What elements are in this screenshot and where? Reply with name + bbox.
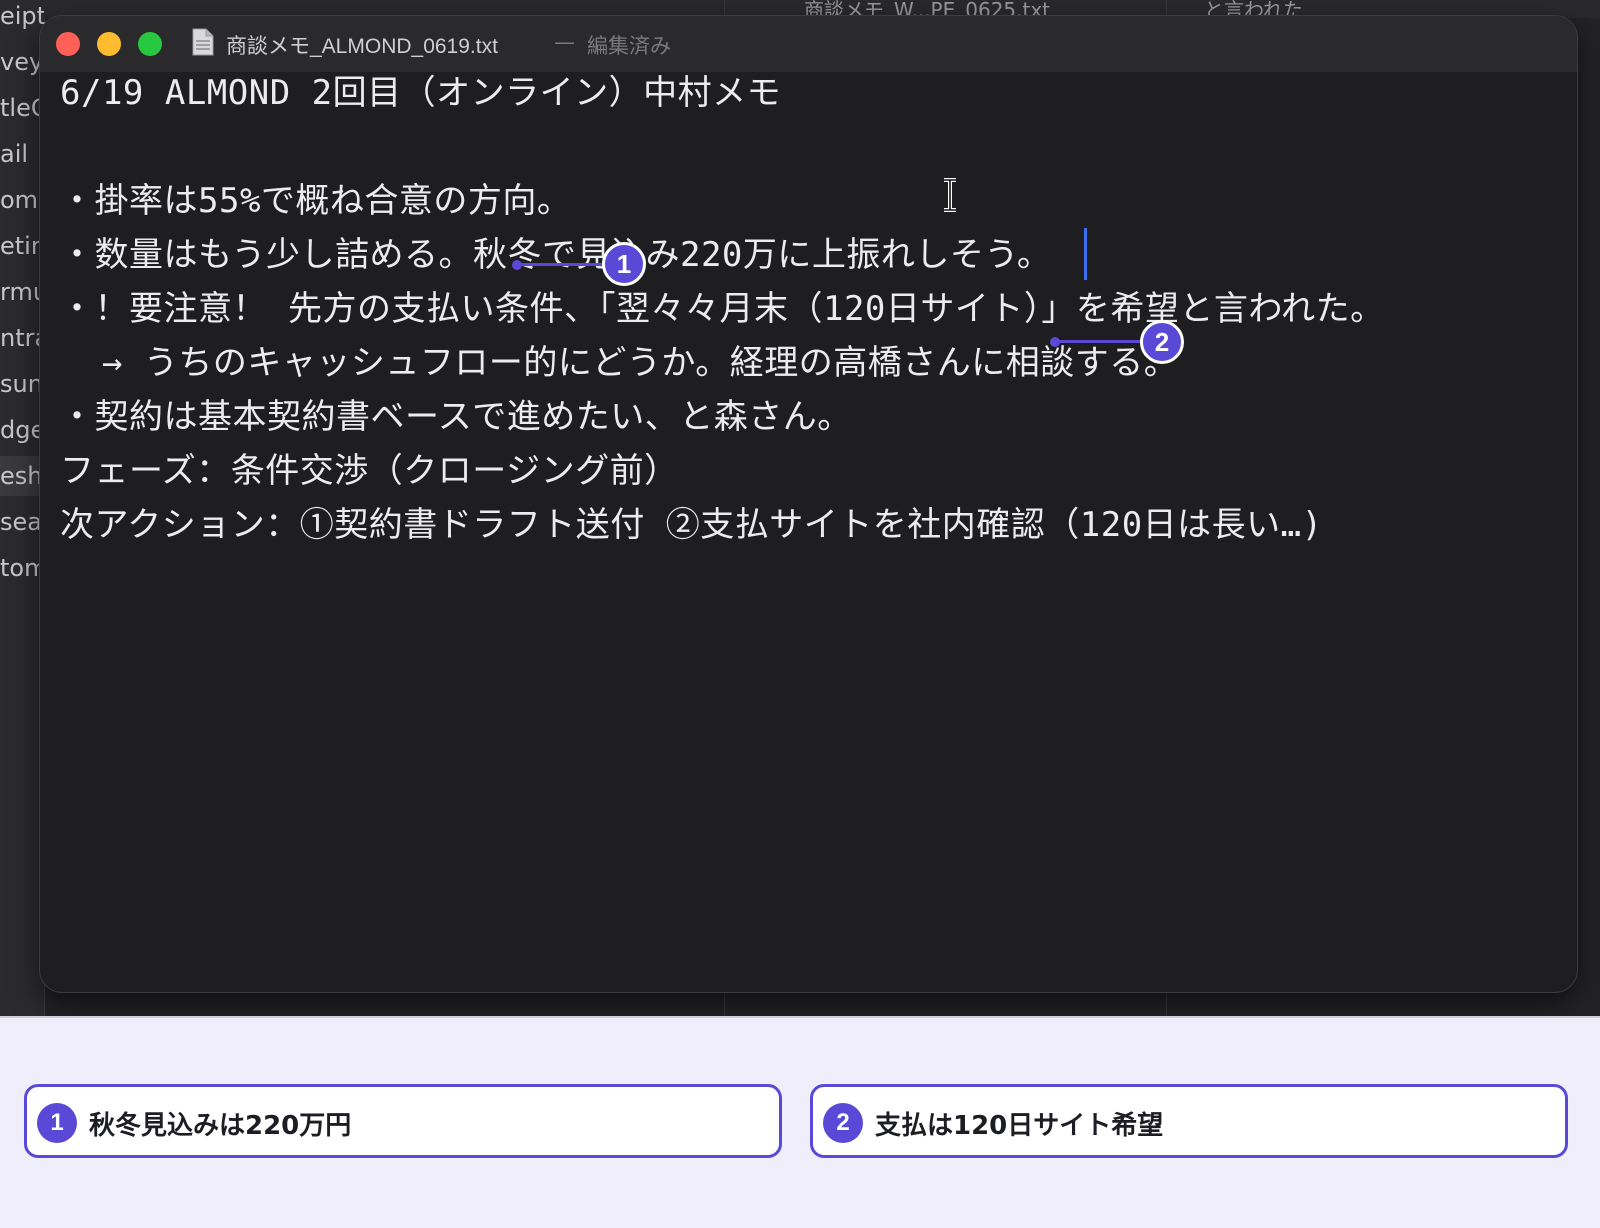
text-line: ・契約は基本契約書ベースで進めたい、と森さん。 [60,397,852,437]
screenshot: eipts vey tleC ail oma etin rmu ntra sun… [0,0,1600,1018]
text-line: ・掛率は55%で概ね合意の方向。 [60,181,572,221]
text-line: フェーズ：条件交渉（クロージング前） [60,451,679,491]
zoom-button[interactable] [138,32,162,56]
document-icon [192,28,214,56]
window-titlebar[interactable]: 商談メモ_ALMOND_0619.txt — 編集済み [40,16,1577,72]
annotation-card: 1 秋冬見込みは220万円 [24,1084,782,1158]
window-title: 商談メモ_ALMOND_0619.txt [226,35,498,58]
annotation-number-badge: 2 [823,1103,863,1143]
text-editing-area[interactable]: 6/19 ALMOND 2回目（オンライン）中村メモ ・掛率は55%で概ね合意の… [40,72,1577,992]
annotation-card: 2 支払は120日サイト希望 [810,1084,1568,1158]
text-line: → うちのキャッシュフロー的にどうか。経理の高橋さんに相談する。 [60,343,1179,383]
callout-leader-line [1055,340,1145,343]
text-line: 次アクション：①契約書ドラフト送付 ②支払サイトを社内確認（120日は長い…) [60,505,1323,545]
callout-marker: 2 [1140,320,1184,364]
edited-status: 編集済み [587,34,671,58]
callout-marker: 1 [602,242,646,286]
minimize-button[interactable] [97,32,121,56]
annotation-number-badge: 1 [37,1103,77,1143]
text-line: 6/19 ALMOND 2回目（オンライン）中村メモ [60,73,782,113]
annotation-text: 支払は120日サイト希望 [875,1111,1164,1141]
text-editor-window[interactable]: 商談メモ_ALMOND_0619.txt — 編集済み 6/19 ALMOND … [40,16,1577,992]
ibeam-cursor-icon [944,178,956,212]
callout-leader-line [517,263,607,266]
text-line: ・数量はもう少し詰める。秋冬で見込み220万に上振れしそう。 [60,235,1052,275]
annotation-text: 秋冬見込みは220万円 [89,1111,352,1141]
text-line: ・！要注意！ 先方の支払い条件、「翌々々月末（120日サイト）」を希望と言われた… [60,289,1385,329]
text-caret [1084,228,1087,280]
close-button[interactable] [56,32,80,56]
background-sidebar: eipts vey tleC ail oma etin rmu ntra sun… [0,0,60,1016]
title-separator: — [554,30,575,54]
